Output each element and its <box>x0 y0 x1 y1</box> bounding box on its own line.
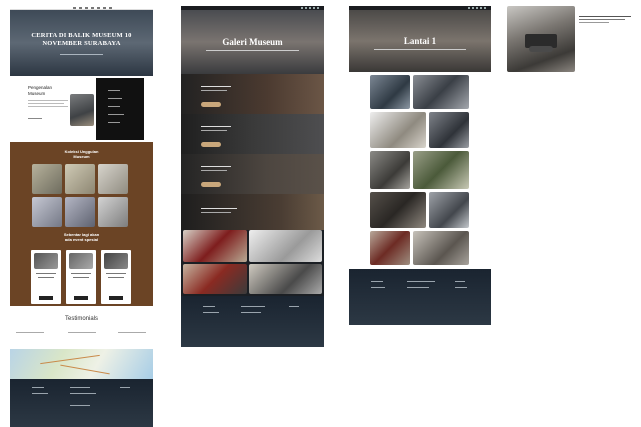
mockup-board: CERITA DI BALIK MUSEUM 10 NOVEMBER SURAB… <box>0 0 641 427</box>
gallery-nav-links[interactable] <box>301 7 321 9</box>
gallery-row-2-button[interactable] <box>201 142 221 147</box>
floor-hero-title: Lantai 1 <box>403 36 437 46</box>
collection-photo-2[interactable] <box>65 164 95 194</box>
event-card-2-button[interactable] <box>74 296 88 300</box>
collection-photo-1[interactable] <box>32 164 62 194</box>
floor-photo-7[interactable] <box>370 192 426 228</box>
detail-photo[interactable] <box>507 6 575 72</box>
gallery-thumb-1[interactable] <box>183 230 247 262</box>
floor-photo-8[interactable] <box>429 192 469 228</box>
home-testimonial-title: Testimonials <box>64 316 98 322</box>
floor-photo-3[interactable] <box>370 112 426 148</box>
detail-page <box>507 6 637 72</box>
home-collection-section: Koleksi Unggulan Museum Sebentar lagi ak… <box>10 142 153 306</box>
home-collection-title: Koleksi Unggulan Museum <box>64 149 99 159</box>
home-map[interactable] <box>10 349 153 379</box>
gallery-hero-title: Galeri Museum <box>222 37 283 47</box>
floor-nav-links[interactable] <box>468 7 488 9</box>
collection-photo-5[interactable] <box>65 197 95 227</box>
gallery-thumb-3[interactable] <box>183 264 247 294</box>
gallery-row-4 <box>181 194 324 230</box>
event-card-1[interactable] <box>31 250 61 304</box>
collection-photo-6[interactable] <box>98 197 128 227</box>
floor-photo-5[interactable] <box>370 151 410 189</box>
gallery-row-3 <box>181 154 324 194</box>
home-footer <box>10 379 153 427</box>
gallery-hero: Galeri Museum <box>181 10 324 74</box>
floor-photo-9[interactable] <box>370 231 410 265</box>
home-nav-links[interactable] <box>73 7 113 9</box>
home-hero: CERITA DI BALIK MUSEUM 10 NOVEMBER SURAB… <box>10 10 153 76</box>
floor-photo-6[interactable] <box>413 151 469 189</box>
gallery-page: Galeri Museum <box>181 6 324 347</box>
event-card-3-button[interactable] <box>109 296 123 300</box>
gallery-row-3-button[interactable] <box>201 182 221 187</box>
home-intro-dark-panel <box>96 78 144 140</box>
floor-photo-10[interactable] <box>413 231 469 265</box>
floor-footer <box>349 269 491 325</box>
floor-photo-2[interactable] <box>413 75 469 109</box>
home-intro-image <box>70 94 94 126</box>
event-card-2[interactable] <box>66 250 96 304</box>
collection-photo-3[interactable] <box>98 164 128 194</box>
gallery-thumb-2[interactable] <box>249 230 322 262</box>
gallery-row-2 <box>181 114 324 154</box>
gallery-row-1-button[interactable] <box>201 102 221 107</box>
floor-photo-4[interactable] <box>429 112 469 148</box>
home-hero-title: CERITA DI BALIK MUSEUM 10 NOVEMBER SURAB… <box>31 32 132 47</box>
home-events-title: Sebentar lagi akan ada event spesial <box>63 232 100 242</box>
gallery-row-1 <box>181 74 324 114</box>
gallery-footer <box>181 296 324 347</box>
floor-hero: Lantai 1 <box>349 10 491 72</box>
event-card-1-button[interactable] <box>39 296 53 300</box>
home-testimonial-section: Testimonials <box>10 306 153 354</box>
floor-page: Lantai 1 <box>349 6 491 325</box>
home-intro-heading: Pengenalan Museum <box>28 85 53 96</box>
collection-photo-4[interactable] <box>32 197 62 227</box>
home-page: CERITA DI BALIK MUSEUM 10 NOVEMBER SURAB… <box>10 6 153 427</box>
floor-photo-1[interactable] <box>370 75 410 109</box>
event-card-3[interactable] <box>101 250 131 304</box>
gallery-thumb-4[interactable] <box>249 264 322 294</box>
home-intro-section: Pengenalan Museum <box>10 76 153 142</box>
